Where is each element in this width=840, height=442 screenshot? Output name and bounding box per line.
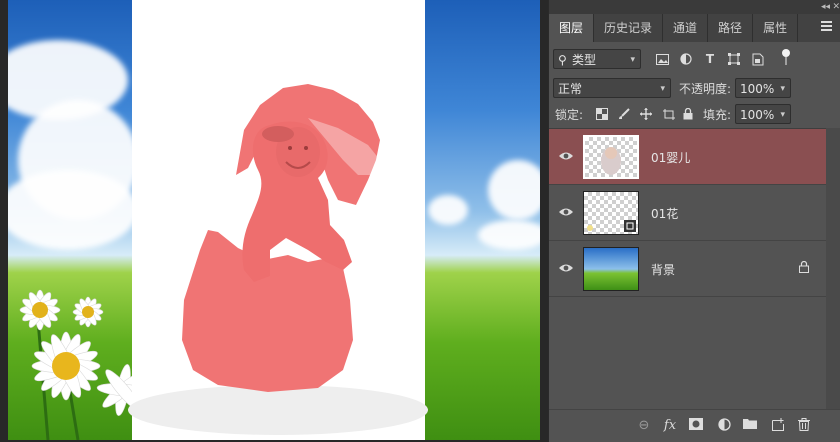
lock-transparent-pixels-icon[interactable] — [593, 105, 611, 123]
layer-filter-row: ⚲ 类型 ▾ T — [549, 46, 840, 72]
close-panel-button[interactable]: ✕ — [832, 0, 840, 14]
layers-scrollbar[interactable] — [826, 128, 840, 409]
flower-thumbnail-icon — [583, 191, 639, 235]
fx-icon[interactable]: fx — [661, 418, 679, 434]
tab-paths[interactable]: 路径 — [708, 14, 754, 42]
layers-bottom-toolbar: ⊖ fx — [549, 409, 840, 442]
chevron-down-icon: ▾ — [780, 84, 785, 94]
opacity-label: 不透明度: — [679, 82, 732, 96]
lock-row: 锁定: 填充: 100% ▾ — [549, 101, 840, 127]
chevron-down-icon: ▾ — [780, 110, 785, 120]
opacity-input[interactable]: 100% ▾ — [735, 78, 791, 98]
search-icon: ⚲ — [558, 53, 567, 67]
lock-all-icon[interactable] — [679, 105, 697, 123]
tab-history[interactable]: 历史记录 — [594, 14, 664, 42]
blend-mode-label: 正常 — [558, 82, 583, 96]
visibility-eye-icon[interactable] — [559, 262, 573, 274]
visibility-eye-icon[interactable] — [559, 150, 573, 162]
layer-name[interactable]: 01婴儿 — [651, 149, 690, 166]
tab-layers[interactable]: 图层 — [549, 14, 595, 42]
opacity-value: 100% — [740, 82, 775, 96]
collapse-panel-button[interactable]: ◂◂ — [821, 0, 830, 14]
layer-name[interactable]: 01花 — [651, 205, 678, 222]
lock-label: 锁定: — [555, 108, 584, 122]
adjustment-filter-icon[interactable] — [677, 50, 695, 68]
pixel-filter-icon[interactable] — [653, 50, 671, 68]
chevron-down-icon: ▾ — [630, 55, 635, 65]
layer-row-baby[interactable]: 01婴儿 — [549, 129, 827, 185]
add-mask-icon[interactable] — [687, 418, 705, 434]
document-image[interactable] — [8, 0, 540, 440]
blend-mode-select[interactable]: 正常 ▾ — [553, 78, 671, 98]
lock-artboard-icon[interactable] — [659, 105, 677, 123]
tab-channels[interactable]: 通道 — [663, 14, 709, 42]
lock-icon — [799, 261, 809, 273]
adjustment-layer-icon[interactable] — [715, 418, 733, 434]
shape-filter-icon[interactable] — [725, 50, 743, 68]
filter-toggle-icon[interactable] — [777, 48, 795, 66]
baby-thumbnail-icon — [583, 135, 639, 179]
delete-layer-trash-icon[interactable] — [795, 418, 813, 434]
lock-image-pixels-icon[interactable] — [615, 105, 633, 123]
panel-menu-icon[interactable] — [821, 21, 832, 31]
new-group-folder-icon[interactable] — [741, 418, 759, 434]
document-canvas[interactable] — [0, 0, 548, 442]
panel-tabs: 图层 历史记录 通道 路径 属性 — [549, 14, 840, 42]
layers-list: 01婴儿 01花 背景 — [549, 128, 827, 297]
chevron-down-icon: ▾ — [660, 84, 665, 94]
layer-row-flower[interactable]: 01花 — [549, 185, 827, 241]
landscape-thumbnail-icon — [583, 247, 639, 291]
tab-properties[interactable]: 属性 — [753, 14, 799, 42]
new-layer-icon[interactable] — [769, 418, 787, 434]
filter-kind-select[interactable]: ⚲ 类型 ▾ — [553, 49, 641, 69]
lock-position-icon[interactable] — [637, 105, 655, 123]
layer-row-background[interactable]: 背景 — [549, 241, 827, 297]
filter-kind-label: 类型 — [572, 53, 597, 67]
fill-input[interactable]: 100% ▾ — [735, 104, 791, 124]
fill-value: 100% — [740, 108, 775, 122]
layers-panel: ◂◂ ✕ 图层 历史记录 通道 路径 属性 ⚲ 类型 ▾ T 正常 ▾ 不透明度… — [548, 0, 840, 442]
link-layers-icon[interactable]: ⊖ — [635, 418, 653, 434]
visibility-eye-icon[interactable] — [559, 206, 573, 218]
blend-row: 正常 ▾ 不透明度: 100% ▾ — [549, 75, 840, 101]
panel-titlebar: ◂◂ ✕ — [549, 0, 840, 14]
type-filter-icon[interactable]: T — [701, 50, 719, 68]
fill-label: 填充: — [703, 108, 732, 122]
layer-name[interactable]: 背景 — [651, 261, 675, 278]
smart-object-filter-icon[interactable] — [749, 50, 767, 68]
baby-in-egg-mask — [128, 84, 428, 435]
